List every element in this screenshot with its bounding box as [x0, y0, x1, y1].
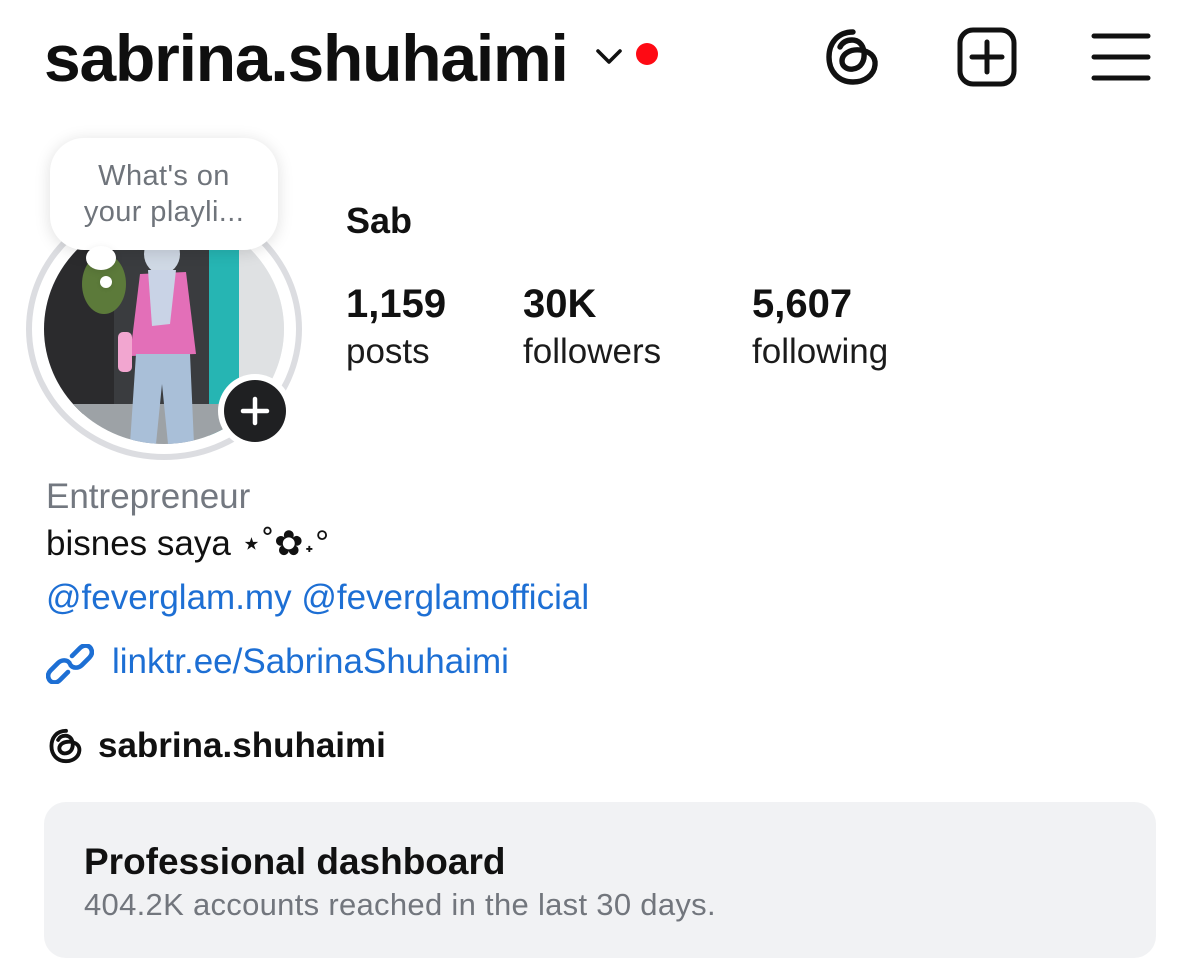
account-username[interactable]: sabrina.shuhaimi [44, 22, 569, 94]
stat-value: 1,159 [346, 282, 447, 326]
display-name: Sab [346, 200, 413, 241]
profile-category: Entrepreneur [46, 477, 251, 516]
mention-link[interactable]: @feverglamofficial [301, 578, 589, 617]
note-bubble-tail-dot [100, 276, 112, 288]
stat-posts[interactable]: 1,159 posts [346, 280, 446, 376]
bio-text: bisnes saya ⋆˚✿˖° [46, 524, 330, 563]
dashboard-title: Professional dashboard [84, 841, 506, 882]
threads-icon [49, 728, 82, 764]
stat-label: followers [523, 332, 662, 371]
threads-icon[interactable] [820, 24, 886, 90]
stat-following[interactable]: 5,607 following [752, 280, 888, 376]
stat-label: following [752, 332, 889, 371]
bio-mentions: @feverglam.my @feverglamofficial [46, 578, 589, 618]
chevron-down-icon[interactable] [592, 42, 626, 70]
mention-link[interactable]: @feverglam.my [46, 578, 292, 617]
dashboard-subtitle: 404.2K accounts reached in the last 30 d… [84, 887, 716, 922]
note-text: What's on your playli... [83, 160, 245, 228]
notification-dot [636, 43, 658, 65]
link-text: linktr.ee/SabrinaShuhaimi [112, 642, 509, 681]
stat-label: posts [346, 332, 430, 371]
plus-icon [240, 396, 270, 426]
note-bubble[interactable]: What's on your playli... [50, 138, 278, 250]
note-bubble-tail [86, 246, 116, 270]
link-icon [46, 644, 94, 684]
threads-handle: sabrina.shuhaimi [98, 726, 386, 765]
stat-value: 30K [523, 282, 597, 326]
plus-square-icon[interactable] [954, 24, 1020, 90]
stat-followers[interactable]: 30K followers [523, 280, 661, 376]
stat-value: 5,607 [752, 282, 853, 326]
add-story-button[interactable] [218, 374, 292, 448]
professional-dashboard-card[interactable]: Professional dashboard 404.2K accounts r… [44, 802, 1156, 958]
hamburger-menu-icon[interactable] [1088, 24, 1154, 90]
